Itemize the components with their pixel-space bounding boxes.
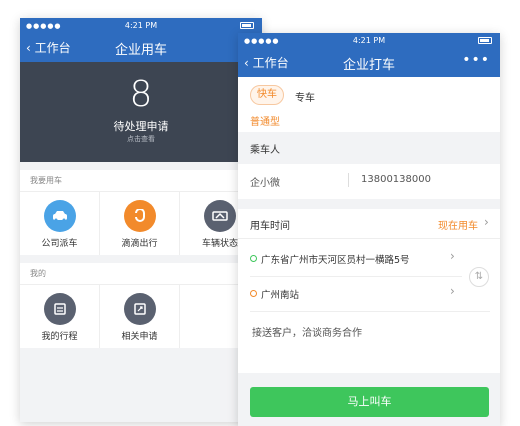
passenger-name[interactable]: 企小微 <box>250 174 280 189</box>
battery-icon <box>478 37 492 44</box>
didi-button[interactable]: 滴滴出行 <box>100 192 180 255</box>
didi-icon <box>123 200 156 232</box>
status-bar: ●●●●● 4:21 PM <box>238 33 500 48</box>
item-label: 滴滴出行 <box>121 239 158 249</box>
enterprise-taxi-screen: ●●●●● 4:21 PM ‹ 工作台 企业打车 ••• 快车 专车 普通型 乘… <box>238 33 500 426</box>
call-car-button[interactable]: 马上叫车 <box>250 387 489 417</box>
origin-dot-icon <box>250 255 257 262</box>
remark-input[interactable]: 接送客户，洽谈商务合作 <box>252 324 362 339</box>
ride-time-value[interactable]: 现在用车 <box>438 217 478 232</box>
divider <box>250 311 490 312</box>
company-dispatch-button[interactable]: 公司派车 <box>20 192 100 255</box>
section-title: 我要用车 <box>20 170 262 192</box>
car-type-label[interactable]: 普通型 <box>250 113 280 128</box>
chevron-right-icon: › <box>450 284 455 298</box>
spacer <box>238 199 500 209</box>
divider <box>250 276 462 277</box>
chevron-right-icon: › <box>484 215 489 229</box>
origin-address[interactable]: 广东省广州市天河区员村一横路5号 <box>261 252 410 266</box>
use-car-section: 我要用车 公司派车 滴滴出行 车辆状态 <box>20 170 262 255</box>
passenger-header: 乘车人 <box>250 145 280 156</box>
nav-bar: ‹ 工作台 企业打车 ••• <box>238 48 500 77</box>
page-title: 企业用车 <box>114 43 167 58</box>
section-title: 我的 <box>20 263 262 285</box>
tab-express[interactable]: 快车 <box>250 85 284 105</box>
divider <box>238 238 500 239</box>
car-icon <box>43 200 76 232</box>
request-icon <box>123 293 156 325</box>
nav-bar: ‹ 工作台 企业用车 <box>20 33 262 62</box>
chevron-right-icon: › <box>450 249 455 263</box>
pending-count: 8 <box>129 74 153 115</box>
status-time: 4:21 PM <box>352 36 386 45</box>
swap-route-icon[interactable]: ⇅ <box>469 267 489 287</box>
my-trips-button[interactable]: 我的行程 <box>20 285 100 348</box>
pending-label: 待处理申请 <box>113 120 169 133</box>
dashboard-icon <box>204 200 236 232</box>
more-menu-button[interactable]: ••• <box>462 52 490 68</box>
battery-icon <box>240 22 254 29</box>
passenger-phone[interactable]: 13800138000 <box>361 174 431 185</box>
tab-premium[interactable]: 专车 <box>295 89 315 104</box>
pending-hint: 点击查看 <box>127 135 155 143</box>
status-bar: ●●●●● 4:21 PM <box>20 18 262 33</box>
enterprise-car-screen: ●●●●● 4:21 PM ‹ 工作台 企业用车 8 待处理申请 点击查看 我要… <box>20 18 262 422</box>
mine-section: 我的 我的行程 相关申请 <box>20 263 262 348</box>
pending-requests-card[interactable]: 8 待处理申请 点击查看 <box>20 62 262 162</box>
destination-dot-icon <box>250 290 257 297</box>
trips-icon <box>43 293 76 325</box>
item-label: 相关申请 <box>121 332 158 342</box>
item-label: 我的行程 <box>41 332 78 342</box>
field-divider <box>348 173 349 187</box>
destination-address[interactable]: 广州南站 <box>261 287 299 301</box>
page-title: 企业打车 <box>342 58 395 73</box>
related-requests-button[interactable]: 相关申请 <box>100 285 180 348</box>
ride-time-label: 用车时间 <box>250 221 290 232</box>
status-time: 4:21 PM <box>124 21 158 30</box>
item-label: 公司派车 <box>41 239 78 249</box>
